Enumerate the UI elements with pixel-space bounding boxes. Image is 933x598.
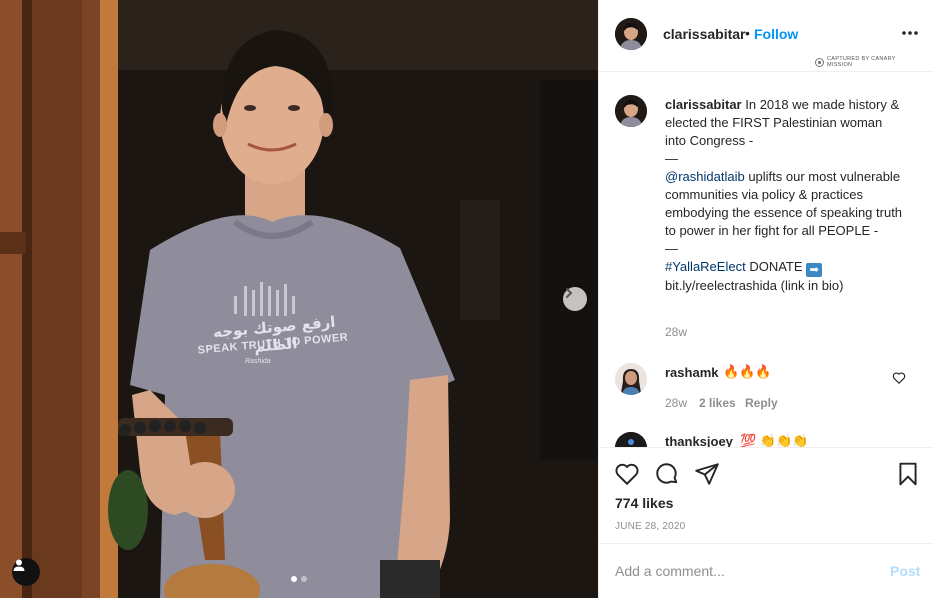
chevron-right-icon <box>566 288 573 298</box>
comment-username[interactable]: thanksjoey <box>665 434 733 447</box>
hashtag-link[interactable]: #YallaReElect <box>665 259 746 274</box>
comment-username[interactable]: rashamk <box>665 365 718 380</box>
post-caption: clarissabitar In 2018 we made history & … <box>665 96 905 295</box>
comment-input[interactable] <box>615 561 875 581</box>
carousel-indicator <box>291 576 307 582</box>
bio-link-text: bit.ly/reelectrashida (link in bio) <box>665 278 844 293</box>
comment-text: 🔥🔥🔥 <box>723 364 772 379</box>
more-options-button[interactable] <box>899 22 921 44</box>
comment-bubble-icon[interactable] <box>654 461 680 487</box>
post-comment-button[interactable]: Post <box>890 563 920 579</box>
mention-link[interactable]: @rashidatlaib <box>665 169 745 184</box>
avatar[interactable] <box>615 18 647 50</box>
caption-time[interactable]: 28w <box>665 325 687 339</box>
carousel-dot-active <box>291 576 297 582</box>
post-actions: 774 likes JUNE 28, 2020 <box>599 447 933 543</box>
avatar-image <box>615 363 647 395</box>
post-date: JUNE 28, 2020 <box>615 521 686 532</box>
canary-logo-icon <box>815 57 824 67</box>
donate-text: DONATE <box>749 259 803 274</box>
caption-dash: — <box>665 241 678 256</box>
post-header: clarissabitar • Follow CAPTURED BY CANAR… <box>599 0 933 72</box>
save-bookmark-icon[interactable] <box>895 461 921 487</box>
comment-avatar[interactable] <box>615 432 647 447</box>
photo-illustration <box>0 0 598 598</box>
more-horizontal-icon <box>902 31 918 35</box>
post-side-panel: clarissabitar • Follow CAPTURED BY CANAR… <box>598 0 933 598</box>
carousel-next-button[interactable] <box>563 287 587 311</box>
share-paper-plane-icon[interactable] <box>694 461 720 487</box>
add-comment-bar: Post <box>599 543 933 598</box>
caption-dash: — <box>665 151 678 166</box>
likes-count[interactable]: 774 likes <box>615 495 673 511</box>
carousel-dot <box>301 576 307 582</box>
avatar-image <box>615 18 647 50</box>
comment-avatar[interactable] <box>615 363 647 395</box>
post-username[interactable]: clarissabitar <box>663 26 746 42</box>
watermark: CAPTURED BY CANARY MISSION <box>815 56 899 68</box>
comment-likes[interactable]: 2 likes <box>699 396 736 410</box>
caption-avatar[interactable] <box>615 95 647 127</box>
separator-dot: • <box>745 25 750 41</box>
avatar-image <box>615 95 647 127</box>
follow-button[interactable]: Follow <box>754 26 798 42</box>
comment-time[interactable]: 28w <box>665 396 687 410</box>
shirt-brand-text: Rashida <box>245 358 271 365</box>
arrow-right-emoji: ➡ <box>806 263 823 277</box>
like-comment-heart-icon[interactable] <box>892 371 906 385</box>
like-heart-icon[interactable] <box>614 461 640 487</box>
post-photo[interactable]: ارفع صوتك بوجه الظلم SPEAK TRUTH TO POWE… <box>0 0 598 598</box>
caption-username[interactable]: clarissabitar <box>665 97 742 112</box>
comments-section: clarissabitar In 2018 we made history & … <box>599 73 933 447</box>
reply-button[interactable]: Reply <box>745 396 778 410</box>
tagged-users-button[interactable] <box>12 558 40 586</box>
comment-text: 💯 👏👏👏 <box>740 433 809 447</box>
avatar-image <box>615 432 647 447</box>
user-icon <box>13 559 25 571</box>
watermark-text: CAPTURED BY CANARY MISSION <box>827 56 896 68</box>
